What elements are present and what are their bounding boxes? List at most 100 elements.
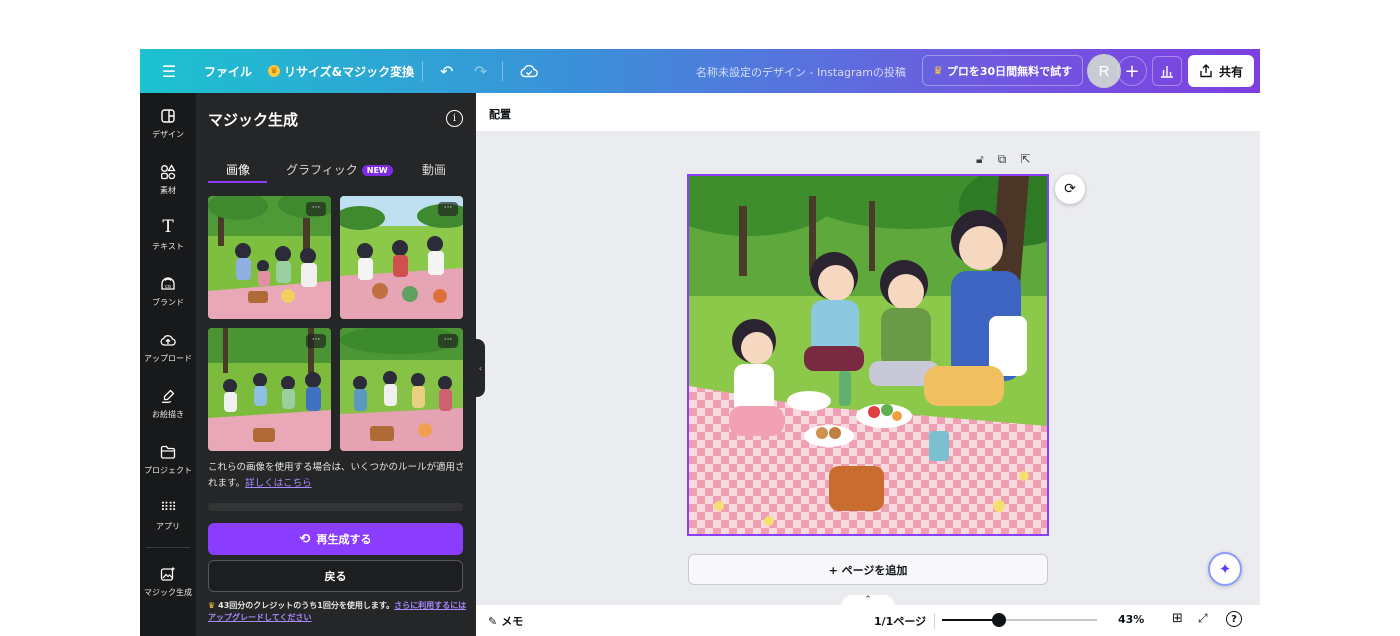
rail-item-elements[interactable]: 素材	[140, 153, 196, 205]
rail-item-label: アップロード	[144, 354, 192, 363]
add-collaborator-button[interactable]: +	[1117, 56, 1147, 86]
share-button[interactable]: 共有	[1188, 55, 1254, 87]
rail-item-label: お絵描き	[152, 410, 184, 419]
active-tab-indicator	[208, 181, 267, 183]
rail-item-design[interactable]: デザイン	[140, 97, 196, 149]
rail-item-draw[interactable]: お絵描き	[140, 377, 196, 429]
share-icon	[1200, 64, 1212, 78]
redo-button[interactable]: ↷	[466, 57, 495, 85]
help-icon: ?	[1231, 613, 1237, 625]
arrange-button[interactable]: 配置	[489, 106, 511, 122]
magic-media-icon	[160, 566, 176, 581]
notes-icon: ✎	[488, 615, 498, 628]
page-counter[interactable]: 1/1ページ	[874, 613, 926, 629]
chevron-left-icon: ‹	[478, 363, 483, 373]
crown-icon: ♛	[933, 63, 943, 77]
tab-label: 画像	[226, 163, 251, 177]
notes-label: メモ	[501, 615, 524, 628]
document-title[interactable]: 名称未設定のデザイン - Instagramの投稿	[696, 64, 906, 80]
rail-item-label: 素材	[160, 186, 176, 195]
regenerate-label: 再生成する	[316, 533, 372, 546]
rail-item-brand[interactable]: co ブランド	[140, 265, 196, 317]
rail-item-magic-media[interactable]: マジック生成	[140, 555, 196, 607]
try-pro-label: プロを30日間無料で試す	[946, 64, 1073, 78]
crown-icon: ♛	[268, 65, 280, 77]
file-menu-label: ファイル	[204, 64, 253, 79]
generated-image-thumbnail[interactable]: ···	[208, 196, 331, 319]
cloud-check-icon	[520, 64, 538, 78]
brand-icon: co	[161, 277, 175, 290]
rail-item-label: マジック生成	[144, 588, 192, 597]
context-toolbar: 配置	[476, 93, 1260, 131]
text-icon: T	[162, 217, 174, 237]
toolbar-divider	[502, 61, 503, 81]
generated-image-thumbnail[interactable]: ···	[340, 328, 463, 451]
bottom-bar: ✎ メモ 1/1ページ 43% ⊞ ⤢ ?	[476, 605, 1260, 636]
magic-media-panel: マジック生成 i 画像 グラフィック NEW 動画 ··· ··· ··· ··…	[196, 93, 476, 636]
regenerate-image-button[interactable]: ⟳	[1055, 174, 1085, 204]
back-button[interactable]: 戻る	[208, 560, 463, 592]
rail-item-apps[interactable]: ⠿⠿ アプリ	[140, 489, 196, 541]
collapse-panel-handle[interactable]: ‹	[476, 339, 485, 397]
rail-item-uploads[interactable]: アップロード	[140, 321, 196, 373]
page-tools: 🔓︎ ⧉ ⇱	[976, 152, 1030, 167]
more-options-icon[interactable]: ···	[306, 334, 326, 348]
rail-item-text[interactable]: T テキスト	[140, 209, 196, 261]
tab-videos[interactable]: 動画	[422, 161, 446, 178]
duplicate-page-icon[interactable]: ⧉	[998, 152, 1007, 167]
save-status-button[interactable]	[512, 57, 546, 85]
add-page-button[interactable]: + ページを追加	[688, 554, 1048, 585]
notes-button[interactable]: ✎ メモ	[488, 613, 523, 629]
design-page-image[interactable]	[687, 174, 1049, 536]
generated-image-thumbnail[interactable]: ···	[208, 328, 331, 451]
help-button[interactable]: ?	[1226, 611, 1242, 627]
rail-item-projects[interactable]: プロジェクト	[140, 433, 196, 485]
file-menu-button[interactable]: ファイル	[196, 57, 260, 85]
resize-magic-switch-button[interactable]: ♛ リサイズ&マジック変換	[260, 57, 422, 85]
tab-graphics[interactable]: グラフィック NEW	[286, 161, 393, 178]
insights-button[interactable]	[1152, 56, 1182, 86]
regenerate-button[interactable]: ⟲ 再生成する	[208, 523, 463, 555]
try-pro-button[interactable]: ♛ プロを30日間無料で試す	[922, 55, 1084, 86]
crown-icon: ♛	[208, 601, 216, 610]
toolbar-divider	[422, 61, 423, 81]
back-label: 戻る	[324, 570, 347, 583]
new-badge: NEW	[361, 165, 393, 176]
zoom-slider-handle[interactable]	[992, 613, 1007, 627]
svg-text:co: co	[165, 284, 171, 290]
expand-icon: ⤢	[1198, 611, 1208, 625]
shapes-icon	[161, 164, 176, 180]
add-page-icon[interactable]: ⇱	[1020, 152, 1030, 167]
draw-icon	[161, 389, 175, 404]
grid-icon: ⊞	[1172, 611, 1183, 626]
rail-item-label: テキスト	[152, 242, 184, 251]
tab-images[interactable]: 画像	[226, 161, 250, 178]
sparkle-icon: ✦	[1218, 560, 1232, 578]
rail-item-label: アプリ	[156, 522, 180, 531]
more-options-icon[interactable]: ···	[438, 334, 458, 348]
undo-icon: ↶	[440, 61, 454, 81]
learn-more-link[interactable]: 詳しくはこちら	[245, 478, 312, 489]
refresh-icon: ⟲	[299, 531, 311, 547]
grid-view-button[interactable]: ⊞	[1172, 611, 1183, 626]
magic-assistant-button[interactable]: ✦	[1208, 552, 1242, 586]
undo-button[interactable]: ↶	[432, 57, 461, 85]
fullscreen-button[interactable]: ⤢	[1198, 611, 1208, 626]
zoom-level[interactable]: 43%	[1118, 613, 1144, 626]
credits-notice: ♛ 43回分のクレジットのうち1回分を使用します。さらに利用するにはアップグレード…	[208, 600, 470, 624]
lock-icon[interactable]: 🔓︎	[976, 152, 984, 167]
generated-image-thumbnail[interactable]: ···	[340, 196, 463, 319]
credits-text: 43回分のクレジットのうち1回分を使用します。	[218, 601, 395, 610]
more-options-icon[interactable]: ···	[306, 202, 326, 216]
rail-item-label: プロジェクト	[144, 466, 192, 475]
more-options-icon[interactable]: ···	[438, 202, 458, 216]
panel-title: マジック生成	[208, 111, 299, 129]
rail-item-label: デザイン	[152, 130, 184, 139]
top-bar: ☰ ファイル ♛ リサイズ&マジック変換 ↶ ↷ 名称未設定のデザイン - Ins…	[140, 49, 1260, 93]
family-picnic-illustration	[689, 176, 1047, 534]
bar-chart-icon	[1161, 66, 1173, 78]
info-icon[interactable]: i	[446, 110, 463, 127]
avatar[interactable]: R	[1087, 54, 1121, 88]
menu-button[interactable]: ☰	[156, 57, 182, 85]
folder-icon	[160, 445, 176, 459]
